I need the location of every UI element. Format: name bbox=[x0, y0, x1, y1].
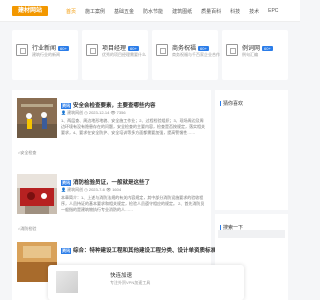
feature-cards: 行业新闻 60+ 建筑行业的新闻 项目经理 60+ 优秀的项目经理需要什么 商务祝福… bbox=[12, 30, 288, 80]
clock-icon: ◷ bbox=[84, 187, 88, 192]
card-desc: 优秀的项目经理需要什么 bbox=[102, 52, 146, 57]
nav-item-waterproof[interactable]: 防水节能 bbox=[143, 8, 163, 15]
eye-icon: 👁 bbox=[106, 187, 112, 192]
clock-icon: ◷ bbox=[84, 110, 88, 115]
nav-item-tech[interactable]: 科技 bbox=[230, 8, 240, 15]
category-badge: 资讯 bbox=[61, 179, 71, 186]
box-icon bbox=[16, 44, 28, 56]
count-badge: 60+ bbox=[198, 45, 209, 51]
category-badge: 资讯 bbox=[61, 102, 71, 109]
feature-card-news[interactable]: 行业新闻 60+ 建筑行业的新闻 bbox=[12, 30, 78, 80]
author-icon: 👤 bbox=[61, 110, 66, 115]
box-icon bbox=[86, 44, 98, 56]
main-nav: 首页 施工案例 基础五金 防水节能 建筑图纸 质量百科 科技 技术 EPC bbox=[66, 8, 287, 15]
top-navbar: 建材网站 首页 施工案例 基础五金 防水节能 建筑图纸 质量百科 科技 技术 E… bbox=[0, 0, 300, 22]
card-desc: 例句汇编 bbox=[242, 52, 258, 57]
article-tag[interactable]: ⌂安全检查 bbox=[18, 150, 36, 156]
article-excerpt: 本章简介：1、上述与消防法规的有关内容规定，其中部分消防设施要求的验收程序，人员… bbox=[61, 195, 205, 212]
box-icon bbox=[156, 44, 168, 56]
sidebar-recommend: 猜你喜欢 bbox=[215, 90, 288, 210]
feature-card-pm[interactable]: 项目经理 60+ 优秀的项目经理需要什么 bbox=[82, 30, 148, 80]
box-icon bbox=[226, 44, 238, 56]
article-thumbnail[interactable] bbox=[17, 98, 57, 138]
article-meta: 👤 建筑网创 ◷ 2023-7-6 👁 1604 bbox=[61, 187, 122, 192]
eye-icon: 👁 bbox=[110, 110, 116, 115]
category-badge: 资讯 bbox=[61, 247, 71, 254]
count-badge: 60+ bbox=[262, 45, 273, 51]
article-tag[interactable]: ⌂消防检验 bbox=[18, 226, 36, 232]
article-title[interactable]: 资讯 综合：特种建设工程和其他建设工程分类、设计单资质标准如何 bbox=[61, 246, 227, 254]
search-input[interactable] bbox=[218, 230, 285, 238]
site-logo[interactable]: 建材网站 bbox=[12, 6, 48, 16]
card-title: 行业新闻 60+ bbox=[32, 45, 69, 52]
article-thumbnail[interactable] bbox=[17, 174, 57, 214]
nav-item-epc[interactable]: EPC bbox=[268, 8, 278, 15]
popup-title: 快连加速 bbox=[110, 273, 133, 279]
author-icon: 👤 bbox=[61, 187, 66, 192]
nav-item-hardware[interactable]: 基础五金 bbox=[114, 8, 134, 15]
nav-item-quality[interactable]: 质量百科 bbox=[201, 8, 221, 15]
feature-card-greetings[interactable]: 商务祝福 60+ 商务祝福与千百家企业合作 bbox=[152, 30, 220, 80]
article-excerpt: 1、两层查、周边地形地貌、安全施工作业；2、过程检验组织；3、现场周边及周边环境… bbox=[61, 118, 205, 135]
nav-item-technology[interactable]: 技术 bbox=[249, 8, 259, 15]
ad-popup[interactable]: 快连加速 专注外贸VPN加速工具 bbox=[48, 265, 244, 300]
card-title: 商务祝福 60+ bbox=[172, 45, 209, 52]
article-item[interactable]: 资讯 安全会检查要素，主要查哪些内容 👤 建筑网创 ◷ 2023-12-14 👁 … bbox=[12, 90, 211, 158]
count-badge: 60+ bbox=[58, 45, 69, 51]
article-title[interactable]: 资讯 消防检验员证，一般就是这些了 bbox=[61, 178, 150, 186]
card-title: 项目经理 60+ bbox=[102, 45, 139, 52]
card-desc: 建筑行业的新闻 bbox=[32, 52, 60, 57]
app-logo-icon bbox=[56, 271, 78, 293]
feature-card-phrases[interactable]: 例词网 60+ 例句汇编 bbox=[222, 30, 288, 80]
nav-item-cases[interactable]: 施工案例 bbox=[85, 8, 105, 15]
article-meta: 👤 建筑网创 ◷ 2023-12-14 👁 7356 bbox=[61, 110, 126, 115]
card-desc: 商务祝福与千百家企业合作 bbox=[172, 52, 220, 57]
nav-item-drawings[interactable]: 建筑图纸 bbox=[172, 8, 192, 15]
popup-subtitle: 专注外贸VPN加速工具 bbox=[110, 280, 151, 285]
count-badge: 60+ bbox=[128, 45, 139, 51]
card-title: 例词网 60+ bbox=[242, 45, 273, 52]
sidebar-title: 猜你喜欢 bbox=[220, 100, 243, 107]
article-title[interactable]: 资讯 安全会检查要素，主要查哪些内容 bbox=[61, 101, 156, 109]
nav-item-home[interactable]: 首页 bbox=[66, 8, 76, 15]
article-item[interactable]: 资讯 消防检验员证，一般就是这些了 👤 建筑网创 ◷ 2023-7-6 👁 160… bbox=[12, 168, 211, 236]
